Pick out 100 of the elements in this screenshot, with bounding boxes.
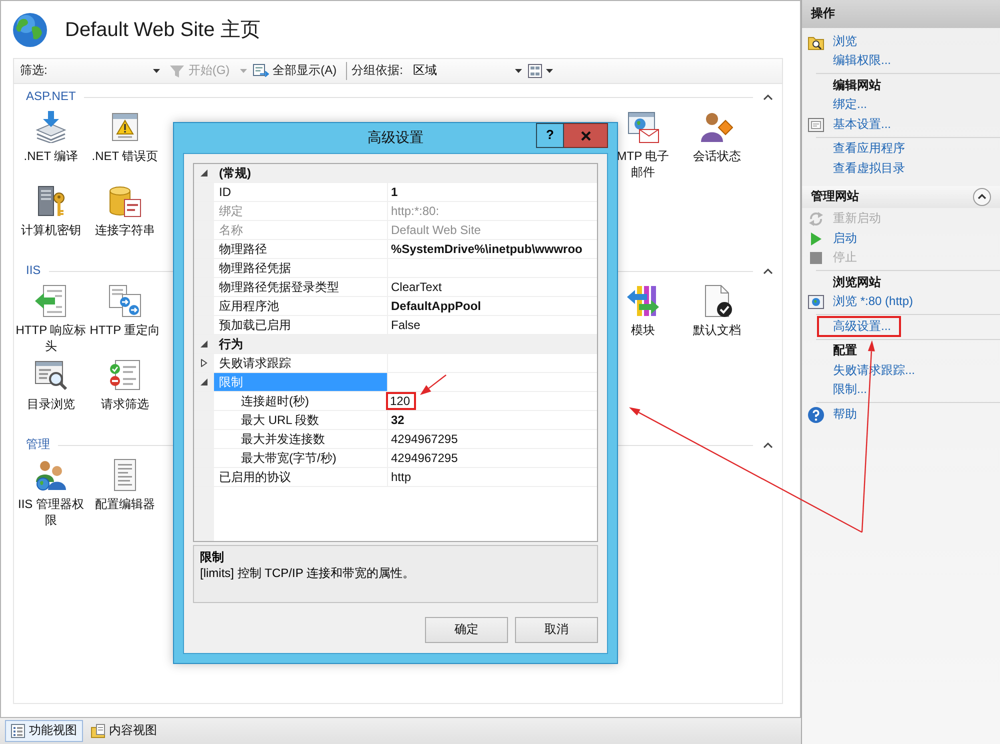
group-heading: 配置	[833, 343, 857, 360]
database-icon[interactable]	[109, 185, 141, 217]
action-link[interactable]: 高级设置...	[817, 316, 902, 338]
feature-label[interactable]: 目录浏览	[27, 396, 75, 412]
action-link[interactable]: 查看应用程序	[833, 141, 905, 158]
group-by-select[interactable]: 区域	[409, 61, 526, 81]
property-name[interactable]: 最大并发连接数	[214, 430, 388, 448]
grid-icon[interactable]	[528, 64, 542, 78]
action-link[interactable]: 限制...	[833, 382, 868, 398]
property-value[interactable]: DefaultAppPool	[391, 299, 481, 313]
feature-label[interactable]: 配置编辑器	[95, 496, 155, 512]
pages-arrows-icon[interactable]	[109, 285, 141, 317]
dialog-button[interactable]: 取消	[515, 617, 598, 643]
page-arrows-icon[interactable]	[252, 64, 269, 78]
group-heading: 浏览网站	[833, 274, 881, 291]
property-value[interactable]: 4294967295	[391, 451, 458, 465]
view-tab[interactable]: 内容视图	[85, 720, 163, 742]
list-status-icon[interactable]	[109, 359, 141, 391]
chevron-icon[interactable]	[763, 442, 773, 448]
triangle-icon[interactable]	[200, 169, 208, 177]
server-key-icon[interactable]	[35, 185, 67, 217]
people-icon[interactable]	[35, 459, 67, 491]
feature-label[interactable]: 会话状态	[693, 148, 741, 164]
action-link[interactable]: 绑定...	[833, 97, 868, 114]
property-name[interactable]: 最大带宽(字节/秒)	[214, 449, 388, 467]
property-name[interactable]: 物理路径凭据	[214, 259, 388, 277]
property-value[interactable]: 4294967295	[391, 432, 458, 446]
property-name[interactable]: 已启用的协议	[214, 468, 388, 486]
property-value[interactable]: 120	[386, 392, 416, 410]
description-title: 限制	[200, 549, 225, 565]
feature-label[interactable]: IIS 管理器权限	[14, 496, 88, 528]
bars-arrow-icon[interactable]	[627, 285, 659, 317]
section-title: ASP.NET	[26, 89, 76, 105]
filter-label: 筛选:	[20, 63, 48, 79]
description-text: [limits] 控制 TCP/IP 连接和带宽的属性。	[200, 565, 416, 581]
property-value[interactable]: 1	[391, 185, 398, 199]
property-name[interactable]: 物理路径凭据登录类型	[214, 278, 388, 296]
feature-label[interactable]: HTTP 响应标头	[14, 322, 88, 354]
magnifier-window-icon[interactable]	[35, 359, 67, 391]
property-name[interactable]: 预加载已启用	[214, 316, 388, 334]
view-tab[interactable]: 功能视图	[5, 720, 83, 742]
triangle-icon[interactable]	[200, 340, 208, 348]
person-diamond-icon[interactable]	[701, 111, 733, 143]
property-name[interactable]: 失败请求跟踪	[214, 354, 388, 372]
feature-label[interactable]: 默认文档	[693, 322, 741, 338]
caret-icon[interactable]	[515, 69, 522, 73]
page-title: Default Web Site 主页	[65, 18, 260, 42]
section-heading: 管理网站	[811, 188, 859, 204]
help-button[interactable]: ?	[536, 123, 564, 148]
feature-label[interactable]: .NET 错误页	[92, 148, 158, 164]
close-icon[interactable]	[580, 130, 590, 140]
property-value[interactable]: ClearText	[391, 280, 442, 294]
globe-icon	[13, 12, 47, 46]
section-title: IIS	[26, 263, 41, 279]
stop-icon[interactable]	[810, 252, 822, 264]
envelope-window-icon[interactable]	[627, 111, 659, 143]
triangle-icon[interactable]	[200, 359, 208, 367]
annotation-arrow	[420, 374, 446, 395]
action-link[interactable]: 查看虚拟目录	[833, 160, 905, 177]
property-name[interactable]: ID	[214, 183, 388, 201]
window-icon[interactable]	[808, 116, 824, 133]
property-name[interactable]: 连接超时(秒)	[214, 392, 388, 410]
group-by-label: 分组依据:	[352, 63, 404, 79]
list-page-icon[interactable]	[11, 724, 25, 738]
chevron-circle-icon[interactable]	[973, 188, 991, 206]
show-all-button[interactable]: 全部显示(A)	[250, 60, 340, 82]
feature-label[interactable]: 计算机密钥	[21, 222, 81, 238]
folder-page-icon[interactable]	[91, 724, 105, 738]
property-value[interactable]: %SystemDrive%\inetpub\wwwroo	[391, 242, 582, 256]
feature-label[interactable]: HTTP 重定向	[90, 322, 160, 338]
feature-label[interactable]: 模块	[631, 322, 655, 338]
warning-page-icon[interactable]	[109, 111, 141, 143]
stack-arrow-icon[interactable]	[35, 111, 67, 143]
action-link[interactable]: 启动	[833, 230, 857, 247]
action-link[interactable]: 基本设置...	[833, 116, 892, 133]
triangle-icon[interactable]	[200, 378, 208, 386]
property-name[interactable]: 应用程序池	[214, 297, 388, 315]
chevron-icon[interactable]	[763, 94, 773, 100]
dialog-button[interactable]: 确定	[425, 617, 508, 643]
page-arrow-icon[interactable]	[35, 285, 67, 317]
property-value[interactable]: 32	[391, 413, 404, 427]
globe-window-icon[interactable]	[808, 295, 824, 310]
action-link[interactable]: 帮助	[833, 406, 857, 423]
category-name[interactable]: 行为	[214, 335, 597, 353]
feature-label[interactable]: 请求筛选	[101, 396, 149, 412]
help-icon[interactable]	[808, 406, 824, 423]
action-link[interactable]: 浏览 *:80 (http)	[833, 294, 914, 310]
caret-icon[interactable]	[153, 69, 160, 73]
action-link[interactable]: 浏览	[833, 34, 857, 50]
caret-icon[interactable]	[546, 69, 554, 73]
chevron-icon[interactable]	[763, 268, 773, 274]
property-name[interactable]: 最大 URL 段数	[214, 411, 388, 429]
category-name[interactable]: (常规)	[214, 164, 597, 182]
property-value[interactable]: False	[391, 318, 420, 332]
property-name[interactable]: 物理路径	[214, 240, 388, 258]
close-button[interactable]	[564, 123, 608, 148]
action-link[interactable]: 编辑权限...	[833, 53, 892, 70]
feature-label[interactable]: .NET 编译	[24, 148, 78, 164]
property-value[interactable]: http	[391, 470, 412, 484]
feature-label[interactable]: 连接字符串	[95, 222, 155, 238]
